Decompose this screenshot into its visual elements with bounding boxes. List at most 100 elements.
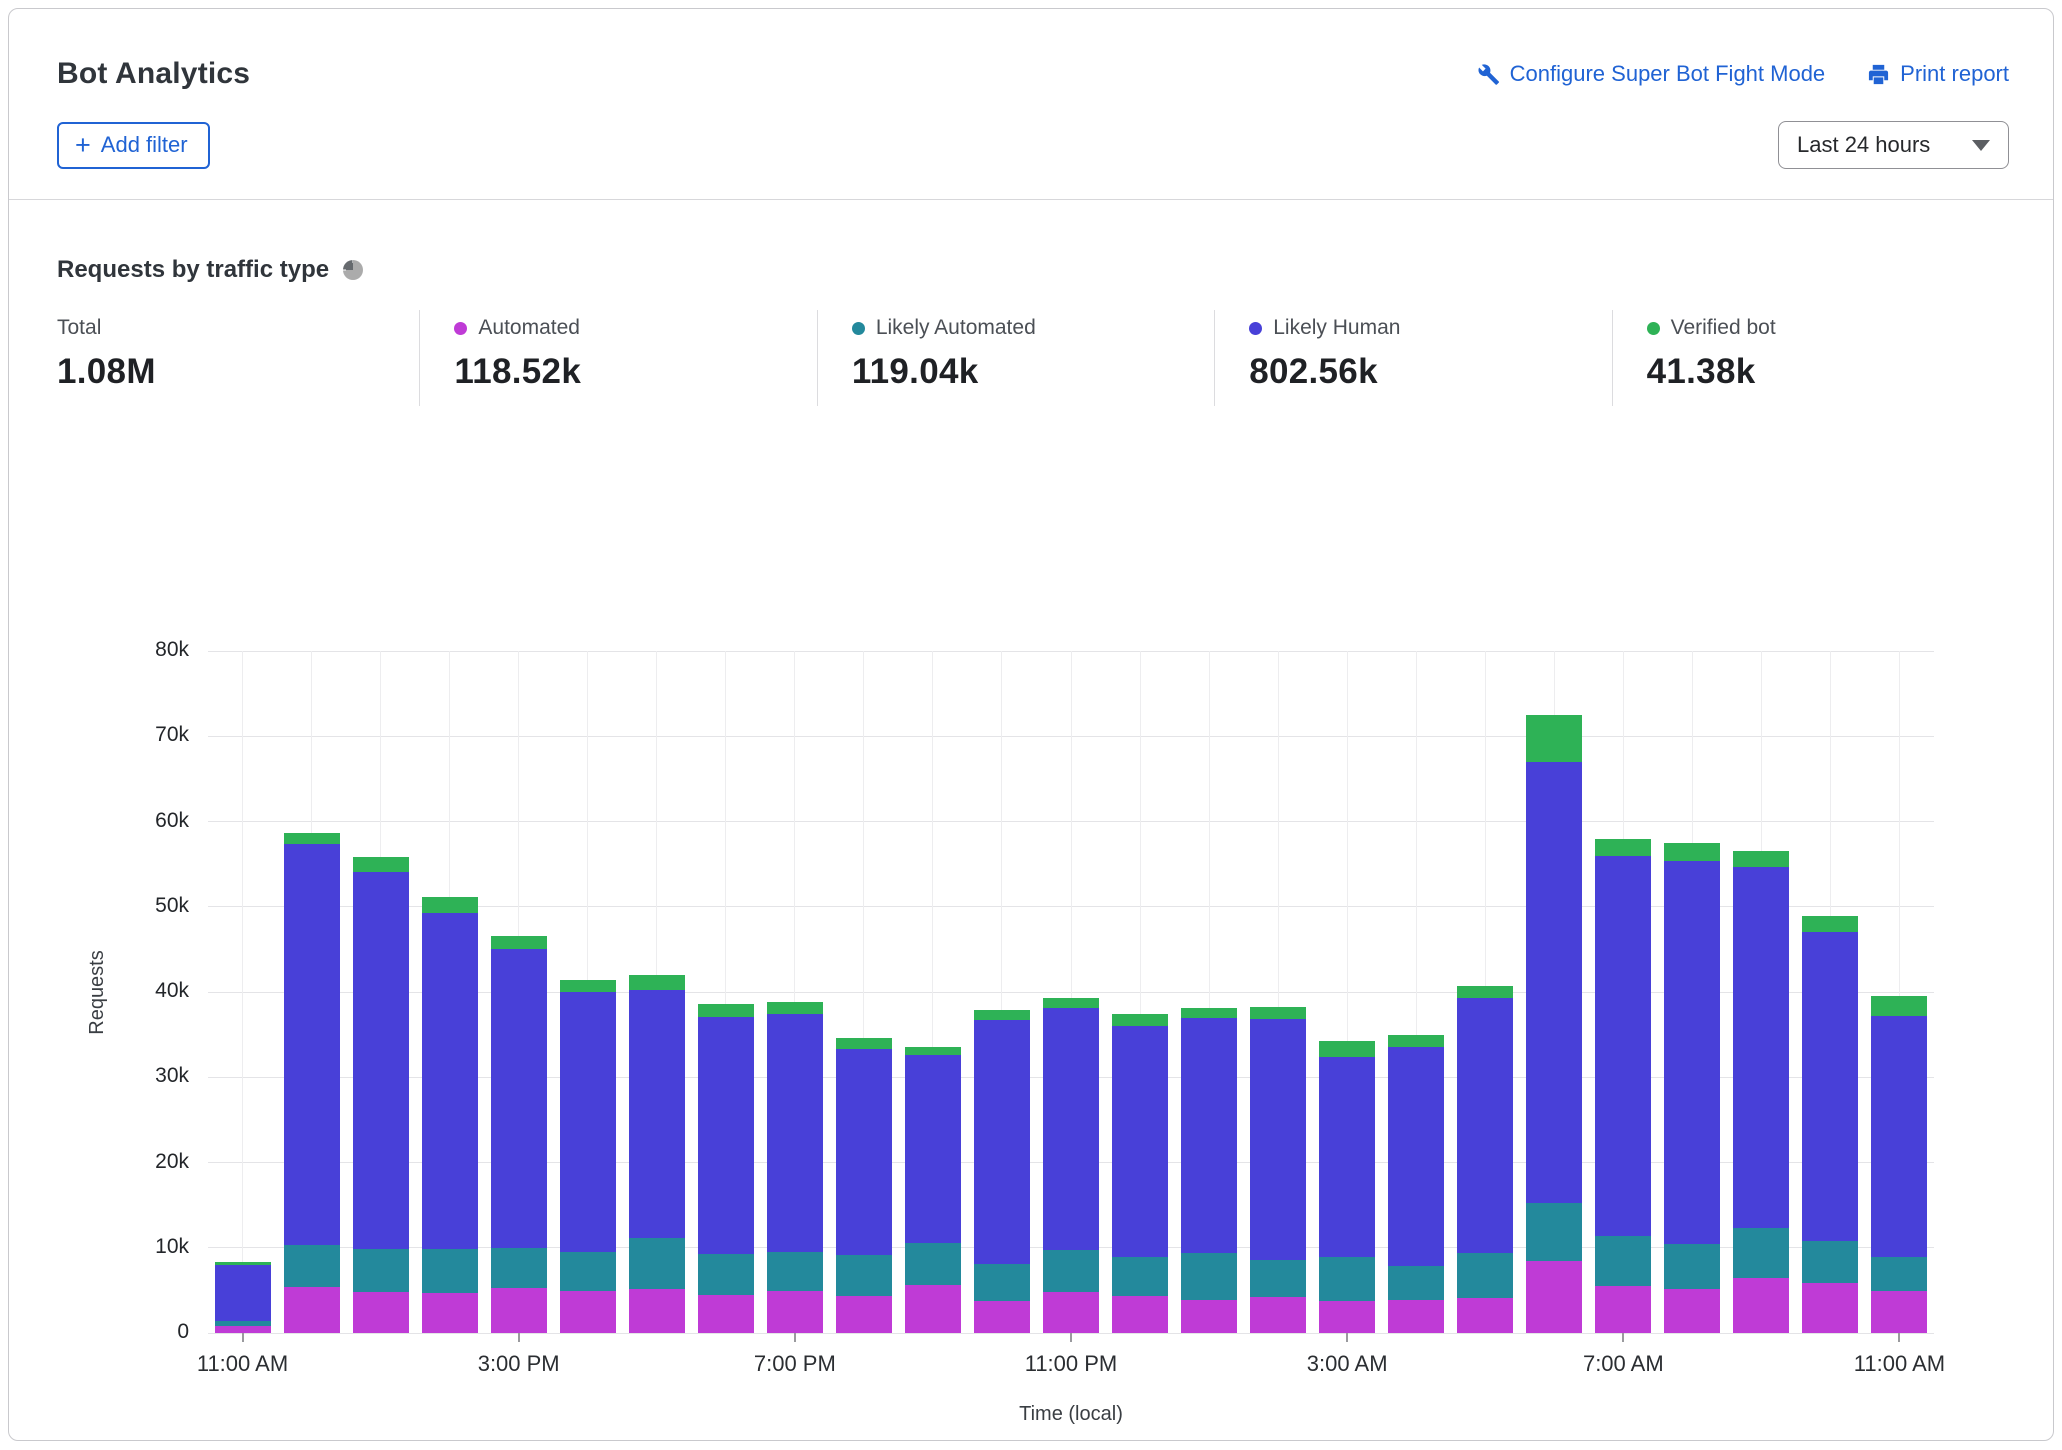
header: Bot Analytics Configure Super Bot Fight … bbox=[9, 9, 2053, 91]
x-tick bbox=[1898, 1333, 1900, 1342]
pie-chart-icon bbox=[343, 260, 363, 280]
bar-group bbox=[1526, 651, 1582, 1333]
bar-segment-likely-automated bbox=[353, 1249, 409, 1292]
bar-segment-verified-bot bbox=[560, 980, 616, 992]
bar-segment-likely-automated bbox=[905, 1243, 961, 1286]
bar-segment-likely-automated bbox=[1319, 1257, 1375, 1300]
chevron-down-icon bbox=[1972, 140, 1990, 151]
bar-segment-automated bbox=[1112, 1296, 1168, 1334]
stat-likely-human: Likely Human 802.56k bbox=[1214, 310, 1611, 406]
print-report-link[interactable]: Print report bbox=[1867, 61, 2009, 87]
bar-segment-likely-human bbox=[353, 872, 409, 1249]
bar-segment-likely-automated bbox=[284, 1245, 340, 1287]
bar-group bbox=[491, 651, 547, 1333]
add-filter-button[interactable]: + Add filter bbox=[57, 122, 210, 169]
bar-segment-likely-human bbox=[491, 949, 547, 1248]
bar-segment-automated bbox=[1526, 1261, 1582, 1333]
printer-icon bbox=[1867, 63, 1890, 86]
bar-group bbox=[1388, 651, 1444, 1333]
x-tick bbox=[1070, 1333, 1072, 1342]
bar-segment-likely-human bbox=[1595, 856, 1651, 1236]
plot-area bbox=[208, 651, 1934, 1333]
verified-bot-dot bbox=[1647, 322, 1660, 335]
bar-segment-verified-bot bbox=[1526, 715, 1582, 762]
bar-segment-automated bbox=[1664, 1289, 1720, 1333]
bar-segment-verified-bot bbox=[629, 975, 685, 990]
bar-segment-likely-human bbox=[974, 1020, 1030, 1264]
x-tick bbox=[1346, 1333, 1348, 1342]
bar-segment-likely-human bbox=[1319, 1057, 1375, 1257]
bar-group bbox=[698, 651, 754, 1333]
stat-likely-automated: Likely Automated 119.04k bbox=[817, 310, 1214, 406]
bar-segment-automated bbox=[629, 1289, 685, 1333]
x-tick bbox=[518, 1333, 520, 1342]
x-tick bbox=[794, 1333, 796, 1342]
configure-super-bot-fight-mode-link[interactable]: Configure Super Bot Fight Mode bbox=[1477, 61, 1826, 87]
y-tick-label: 80k bbox=[9, 638, 189, 662]
bar-segment-likely-human bbox=[284, 844, 340, 1246]
bar-segment-verified-bot bbox=[1112, 1014, 1168, 1026]
bar-segment-automated bbox=[1181, 1300, 1237, 1333]
bar-segment-verified-bot bbox=[353, 857, 409, 871]
bar-segment-likely-human bbox=[1388, 1047, 1444, 1265]
bar-group bbox=[1802, 651, 1858, 1333]
bar-group bbox=[215, 651, 271, 1333]
bar-segment-likely-automated bbox=[1043, 1250, 1099, 1292]
bar-segment-likely-human bbox=[422, 913, 478, 1250]
header-links: Configure Super Bot Fight Mode Print rep… bbox=[1477, 61, 2009, 87]
bar-segment-verified-bot bbox=[422, 897, 478, 913]
bar-segment-automated bbox=[1457, 1298, 1513, 1333]
bar-segment-verified-bot bbox=[698, 1004, 754, 1017]
bar-segment-automated bbox=[1043, 1292, 1099, 1333]
bar-group bbox=[284, 651, 340, 1333]
bar-segment-automated bbox=[215, 1326, 271, 1333]
bar-group bbox=[767, 651, 823, 1333]
bar-segment-likely-human bbox=[1871, 1016, 1927, 1257]
bar-group bbox=[560, 651, 616, 1333]
stat-label: Likely Human bbox=[1249, 316, 1611, 340]
stat-total: Total 1.08M bbox=[9, 310, 419, 406]
bar-segment-verified-bot bbox=[905, 1047, 961, 1056]
bar-segment-likely-automated bbox=[698, 1254, 754, 1295]
y-tick-label: 10k bbox=[9, 1235, 189, 1259]
bar-group bbox=[629, 651, 685, 1333]
x-tick-label: 3:00 PM bbox=[439, 1351, 599, 1377]
add-filter-label: Add filter bbox=[101, 132, 188, 158]
x-tick-label: 11:00 AM bbox=[1819, 1351, 1979, 1377]
bar-group bbox=[974, 651, 1030, 1333]
time-range-dropdown[interactable]: Last 24 hours bbox=[1778, 121, 2009, 169]
bar-segment-automated bbox=[974, 1301, 1030, 1333]
bar-segment-likely-automated bbox=[974, 1264, 1030, 1301]
page-title: Bot Analytics bbox=[57, 57, 250, 91]
stat-value: 41.38k bbox=[1647, 352, 2009, 392]
bar-segment-likely-automated bbox=[767, 1252, 823, 1291]
bar-segment-likely-automated bbox=[1526, 1203, 1582, 1261]
bar-segment-likely-human bbox=[560, 992, 616, 1252]
bar-group bbox=[353, 651, 409, 1333]
bar-segment-likely-automated bbox=[629, 1238, 685, 1289]
bar-segment-automated bbox=[560, 1291, 616, 1333]
bar-segment-likely-automated bbox=[1733, 1228, 1789, 1278]
section-header: Requests by traffic type bbox=[9, 200, 2053, 284]
x-axis-title: Time (local) bbox=[208, 1403, 1934, 1426]
bar-segment-automated bbox=[284, 1287, 340, 1333]
bar-group bbox=[1043, 651, 1099, 1333]
x-tick-label: 7:00 AM bbox=[1543, 1351, 1703, 1377]
y-tick-label: 60k bbox=[9, 809, 189, 833]
configure-link-label: Configure Super Bot Fight Mode bbox=[1510, 61, 1826, 87]
bar-group bbox=[905, 651, 961, 1333]
bar-segment-likely-human bbox=[1043, 1008, 1099, 1250]
stat-value: 118.52k bbox=[454, 352, 816, 392]
bar-segment-verified-bot bbox=[1802, 916, 1858, 932]
bar-segment-likely-human bbox=[629, 990, 685, 1237]
x-tick bbox=[1622, 1333, 1624, 1342]
time-range-value: Last 24 hours bbox=[1797, 132, 1930, 158]
filter-row: + Add filter Last 24 hours bbox=[9, 91, 2053, 169]
stat-label: Verified bot bbox=[1647, 316, 2009, 340]
y-tick-label: 50k bbox=[9, 894, 189, 918]
bar-segment-verified-bot bbox=[1664, 843, 1720, 861]
bar-segment-automated bbox=[698, 1295, 754, 1333]
bar-group bbox=[1733, 651, 1789, 1333]
bar-segment-likely-human bbox=[215, 1265, 271, 1321]
bar-segment-verified-bot bbox=[1319, 1041, 1375, 1056]
